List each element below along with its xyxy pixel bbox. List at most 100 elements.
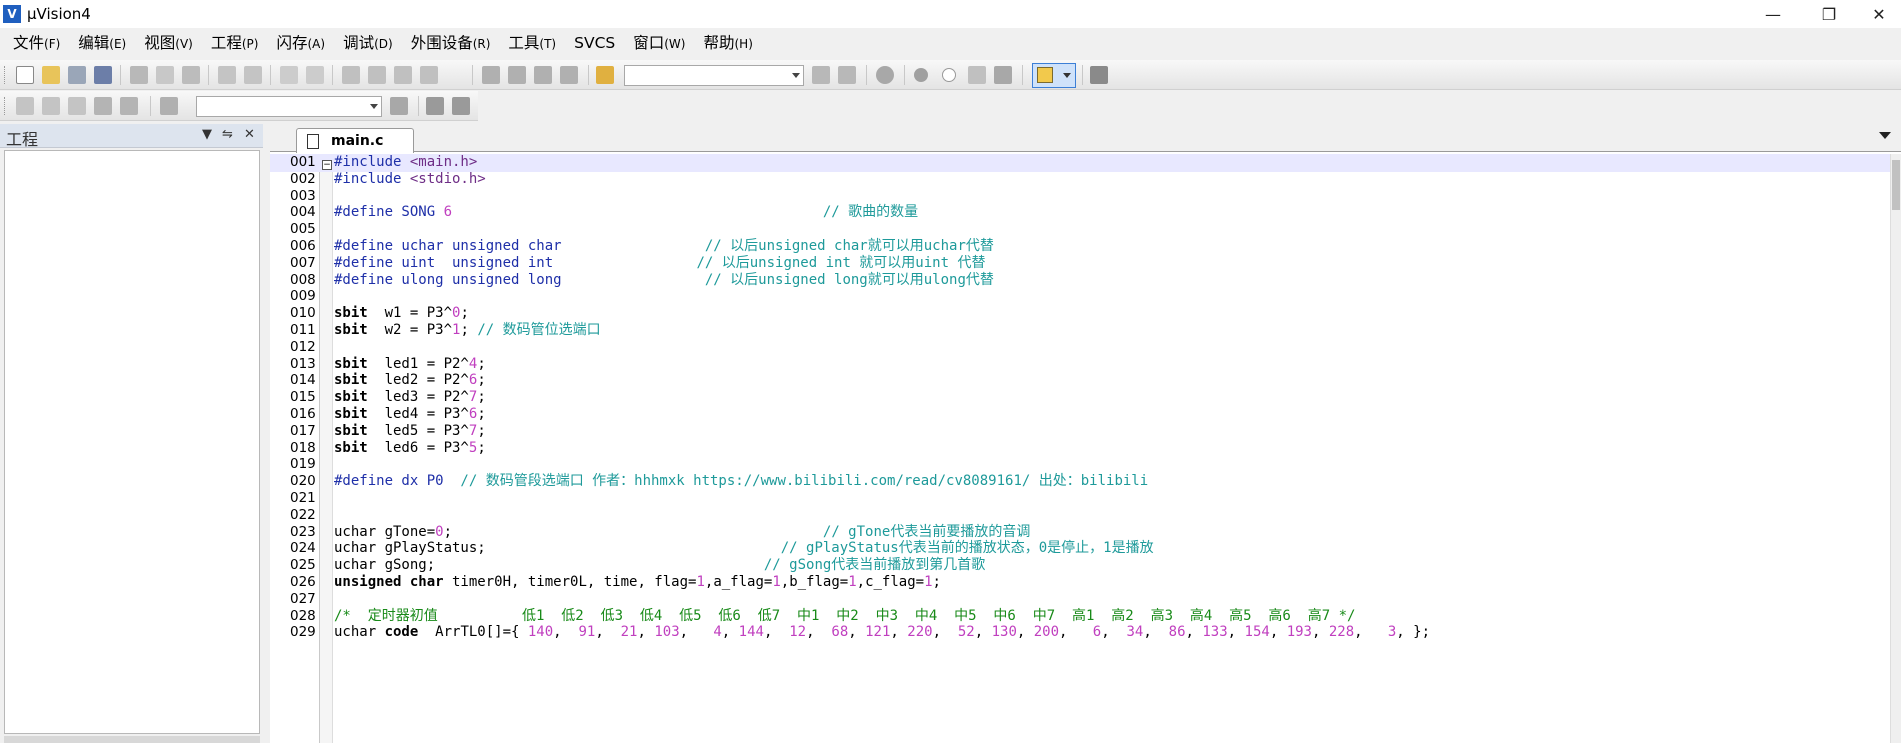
indent-icon[interactable] bbox=[482, 66, 500, 84]
code-token: 6 bbox=[443, 204, 453, 221]
code-token: ; bbox=[477, 389, 486, 406]
file-icon bbox=[307, 133, 319, 149]
rebuild-icon[interactable] bbox=[68, 97, 86, 115]
menu-item[interactable]: 调试(D) bbox=[334, 30, 402, 56]
clear-bookmarks-icon[interactable] bbox=[420, 66, 438, 84]
menu-item-label: 工具 bbox=[508, 34, 540, 52]
code-token: w2 = P3^ bbox=[367, 322, 453, 338]
scrollbar-thumb[interactable] bbox=[1892, 160, 1900, 210]
new-file-icon[interactable] bbox=[16, 66, 34, 84]
incremental-find-icon[interactable] bbox=[838, 66, 856, 84]
uncomment-icon[interactable] bbox=[560, 66, 578, 84]
kill-breakpoints-icon[interactable] bbox=[994, 66, 1012, 84]
find-combo[interactable] bbox=[624, 65, 804, 86]
code-token: 193 bbox=[1286, 624, 1312, 641]
breakpoint-icon[interactable] bbox=[914, 68, 928, 82]
maximize-button[interactable]: ❐ bbox=[1801, 0, 1857, 28]
code-token: sbit bbox=[334, 372, 368, 389]
next-bookmark-icon[interactable] bbox=[394, 66, 412, 84]
menu-item-label: 视图 bbox=[144, 34, 176, 52]
unindent-icon[interactable] bbox=[508, 66, 526, 84]
select-packs-icon[interactable] bbox=[452, 97, 470, 115]
close-button[interactable]: ✕ bbox=[1857, 0, 1901, 28]
pin-icon[interactable]: ⇋ bbox=[222, 127, 233, 142]
download-icon[interactable] bbox=[160, 97, 178, 115]
debug-session-icon[interactable] bbox=[876, 66, 894, 84]
code-token: 1 bbox=[848, 574, 857, 590]
target-select[interactable] bbox=[196, 96, 382, 117]
code-editor[interactable]: 001 #include <main.h> 002 #include <stdio.h… bbox=[270, 154, 1890, 743]
manage-components-icon[interactable] bbox=[426, 97, 444, 115]
window-layout-button[interactable] bbox=[1032, 63, 1076, 88]
editor-area: main.c 001 #include <main.h> 002 #include <… bbox=[270, 124, 1901, 743]
code-token: led3 = P2^ bbox=[367, 389, 469, 406]
menu-item[interactable]: 帮助(H) bbox=[694, 30, 761, 56]
undo-icon[interactable] bbox=[218, 66, 236, 84]
bookmark-icon[interactable] bbox=[342, 66, 360, 84]
code-token: 21 bbox=[620, 624, 638, 641]
menu-item[interactable]: 编辑(E) bbox=[69, 30, 135, 56]
comment-icon[interactable] bbox=[534, 66, 552, 84]
code-token: unsigned char bbox=[334, 574, 444, 590]
project-pane-title: 工程 bbox=[6, 130, 39, 149]
menu-item[interactable]: 工程(P) bbox=[202, 30, 268, 56]
toolbar-grip[interactable] bbox=[4, 97, 7, 115]
menu-item-label: 窗口 bbox=[633, 34, 665, 52]
code-token: , bbox=[595, 624, 621, 641]
menu-item[interactable]: 窗口(W) bbox=[624, 30, 694, 56]
code-token: sbit bbox=[334, 439, 368, 456]
prev-bookmark-icon[interactable] bbox=[368, 66, 386, 84]
batch-build-icon[interactable] bbox=[94, 97, 112, 115]
disable-all-breakpoints-icon[interactable] bbox=[968, 66, 986, 84]
fold-toggle-icon[interactable]: − bbox=[322, 160, 332, 170]
menu-item[interactable]: 闪存(A) bbox=[267, 30, 334, 56]
paste-icon[interactable] bbox=[182, 66, 200, 84]
build-icon[interactable] bbox=[42, 97, 60, 115]
menu-item[interactable]: 文件(F) bbox=[4, 30, 69, 56]
code-token: led6 = P3^ bbox=[367, 439, 469, 456]
open-file-icon[interactable] bbox=[42, 66, 60, 84]
code-token: sbit bbox=[334, 422, 368, 439]
code-token: , bbox=[763, 624, 790, 641]
toolbar-grip[interactable] bbox=[4, 66, 7, 84]
code-token: sbit bbox=[334, 355, 368, 372]
code-token: ArrTL0[]={ bbox=[418, 624, 528, 641]
menu-item-accelerator: (F) bbox=[44, 37, 61, 51]
disable-breakpoint-icon[interactable] bbox=[942, 68, 956, 82]
code-token: 86 bbox=[1168, 624, 1186, 641]
configure-icon[interactable] bbox=[1090, 66, 1108, 84]
code-line[interactable]: 029 uchar code ArrTL0[]={ 140, 91, 21, 10… bbox=[270, 622, 1890, 642]
code-token: // 以后unsigned long就可以用ulong代替 bbox=[561, 271, 994, 288]
save-all-icon[interactable] bbox=[94, 66, 112, 84]
navigate-forward-icon[interactable] bbox=[306, 66, 324, 84]
translate-icon[interactable] bbox=[16, 97, 34, 115]
menu-item[interactable]: SVCS bbox=[565, 30, 624, 56]
vertical-scrollbar[interactable] bbox=[1890, 154, 1901, 743]
project-pane-tabs[interactable] bbox=[4, 736, 260, 743]
stop-build-icon[interactable] bbox=[120, 97, 138, 115]
code-token: , bbox=[721, 624, 739, 641]
tab-list-dropdown-icon[interactable] bbox=[1879, 132, 1891, 139]
menu-item[interactable]: 外围设备(R) bbox=[402, 30, 500, 56]
redo-icon[interactable] bbox=[244, 66, 262, 84]
copy-icon[interactable] bbox=[156, 66, 174, 84]
code-token: w1 = P3^ bbox=[367, 305, 453, 322]
pane-menu-icon[interactable]: ▼ bbox=[202, 127, 212, 142]
menu-item-label: 文件 bbox=[13, 34, 45, 52]
menu-item[interactable]: 工具(T) bbox=[499, 30, 565, 56]
project-tree[interactable] bbox=[4, 150, 260, 734]
code-token: <stdio.h> bbox=[409, 170, 486, 187]
pane-close-icon[interactable]: ✕ bbox=[244, 127, 255, 142]
navigate-back-icon[interactable] bbox=[280, 66, 298, 84]
minimize-button[interactable]: — bbox=[1745, 0, 1801, 28]
target-options-icon[interactable] bbox=[390, 97, 408, 115]
save-icon[interactable] bbox=[68, 66, 86, 84]
tab-main-c[interactable]: main.c bbox=[296, 128, 414, 153]
code-token: 6 bbox=[1092, 624, 1102, 641]
menu-item[interactable]: 视图(V) bbox=[135, 30, 202, 56]
find-icon[interactable] bbox=[812, 66, 830, 84]
cut-icon[interactable] bbox=[130, 66, 148, 84]
code-token: ; bbox=[443, 523, 453, 540]
code-token: , bbox=[848, 624, 866, 641]
find-in-files-icon[interactable] bbox=[596, 66, 614, 84]
